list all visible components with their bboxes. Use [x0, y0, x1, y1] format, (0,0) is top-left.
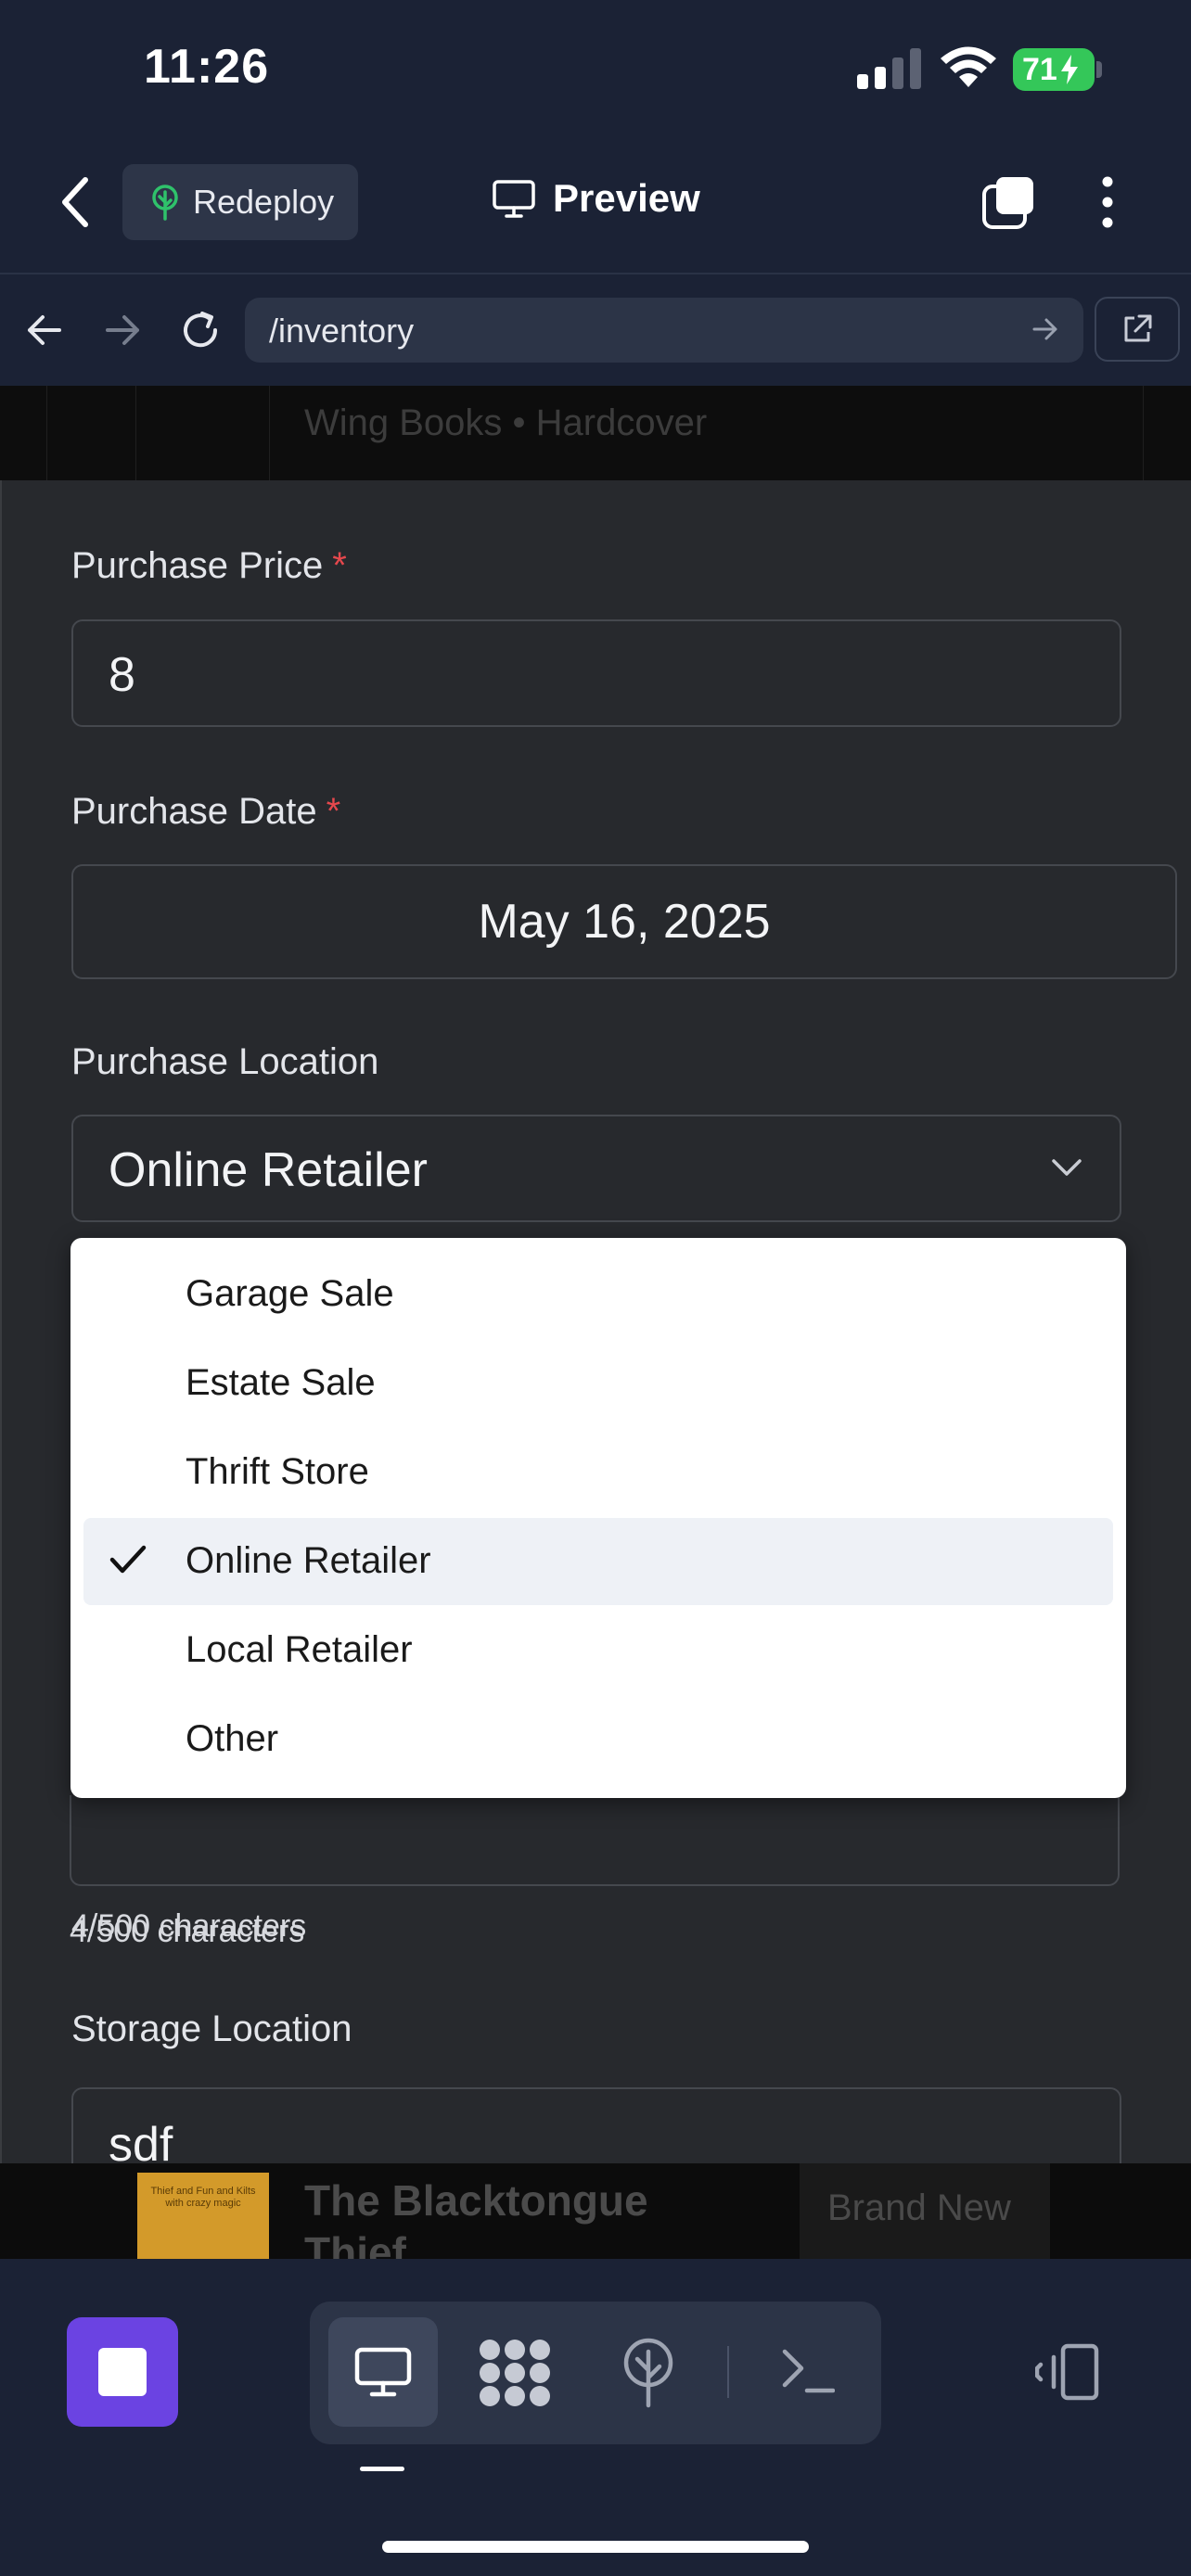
dropdown-option-garage-sale[interactable]: Garage Sale	[83, 1251, 1113, 1338]
preview-label: Preview	[553, 176, 700, 220]
purchase-location-value: Online Retailer	[109, 1143, 428, 1197]
dropdown-option-estate-sale[interactable]: Estate Sale	[83, 1340, 1113, 1427]
redeploy-label: Redeploy	[193, 183, 335, 221]
purchase-price-label: Purchase Price *	[71, 545, 347, 586]
storage-location-value: sdf	[109, 2118, 173, 2163]
book-cover-image: Thief and Fun and Kilts with crazy magic	[137, 2173, 269, 2259]
background-book-brand: Brand New	[827, 2187, 1011, 2228]
required-marker: *	[332, 545, 347, 586]
dropdown-option-other[interactable]: Other	[83, 1696, 1113, 1783]
terminal-icon[interactable]	[781, 2346, 835, 2394]
redeploy-button[interactable]: Redeploy	[122, 164, 358, 240]
background-book-row: Thief and Fun and Kilts with crazy magic…	[0, 2163, 1191, 2259]
stop-icon	[98, 2348, 147, 2396]
dropdown-option-thrift-store[interactable]: Thrift Store	[83, 1429, 1113, 1516]
arrow-right-icon[interactable]	[104, 313, 141, 347]
tree-icon	[148, 184, 182, 221]
arrow-left-icon[interactable]	[26, 313, 63, 347]
more-vertical-icon[interactable]	[1098, 174, 1117, 230]
home-indicator	[382, 2541, 809, 2553]
notes-textarea-edge[interactable]	[70, 1795, 1120, 1886]
status-time: 11:26	[144, 40, 270, 94]
preview-title: Preview	[492, 176, 700, 221]
stop-button[interactable]	[67, 2317, 178, 2427]
storage-location-input[interactable]: sdf	[71, 2087, 1121, 2163]
dropdown-option-local-retailer[interactable]: Local Retailer	[83, 1607, 1113, 1694]
purchase-location-label: Purchase Location	[71, 1041, 379, 1082]
dropdown-option-online-retailer[interactable]: Online Retailer	[83, 1518, 1113, 1605]
go-arrow-icon[interactable]	[1031, 317, 1059, 341]
open-external-button[interactable]	[1095, 297, 1180, 362]
purchase-price-input[interactable]: 8	[71, 619, 1121, 727]
desktop-icon	[353, 2346, 413, 2398]
apps-grid-icon[interactable]	[479, 2339, 551, 2407]
check-icon	[109, 1544, 147, 1575]
reload-icon[interactable]	[178, 308, 223, 352]
battery-level: 71	[1022, 51, 1057, 87]
wifi-icon	[939, 46, 998, 89]
chevron-down-icon	[1051, 1157, 1082, 1178]
background-book-condition: Brand New	[800, 2163, 1050, 2259]
book-cover-text: Thief and Fun and Kilts with crazy magic	[150, 2186, 256, 2209]
background-book-subtitle: Wing Books • Hardcover	[304, 402, 708, 443]
notes-char-count-text: 4/500 characters	[70, 1914, 305, 1949]
required-marker: *	[326, 791, 341, 832]
battery-cap	[1096, 61, 1102, 78]
purchase-date-label: Purchase Date *	[71, 791, 341, 832]
device-rotate-icon[interactable]	[1035, 2342, 1102, 2402]
purchase-date-input[interactable]: May 16, 2025	[71, 864, 1177, 979]
external-link-icon	[1121, 312, 1154, 346]
storage-location-label: Storage Location	[71, 2009, 352, 2049]
header-divider	[0, 273, 1191, 274]
purchase-date-value: May 16, 2025	[478, 895, 771, 949]
tabs-icon[interactable]	[981, 174, 1037, 230]
background-book-title: The Blacktongue Thief	[304, 2176, 648, 2259]
desktop-tool-button[interactable]	[328, 2317, 438, 2427]
monitor-icon	[492, 179, 536, 218]
deploy-tree-icon[interactable]	[620, 2337, 677, 2409]
battery-icon: 71	[1013, 48, 1095, 91]
purchase-price-value: 8	[109, 648, 135, 702]
back-chevron-icon[interactable]	[58, 176, 95, 228]
cellular-signal-icon	[857, 48, 926, 89]
toolbar-separator	[727, 2346, 729, 2398]
purchase-location-dropdown[interactable]: Garage Sale Estate Sale Thrift Store Onl…	[70, 1238, 1126, 1798]
url-text[interactable]: /inventory	[269, 312, 414, 351]
purchase-location-select[interactable]: Online Retailer	[71, 1115, 1121, 1222]
active-tool-indicator	[360, 2467, 404, 2471]
